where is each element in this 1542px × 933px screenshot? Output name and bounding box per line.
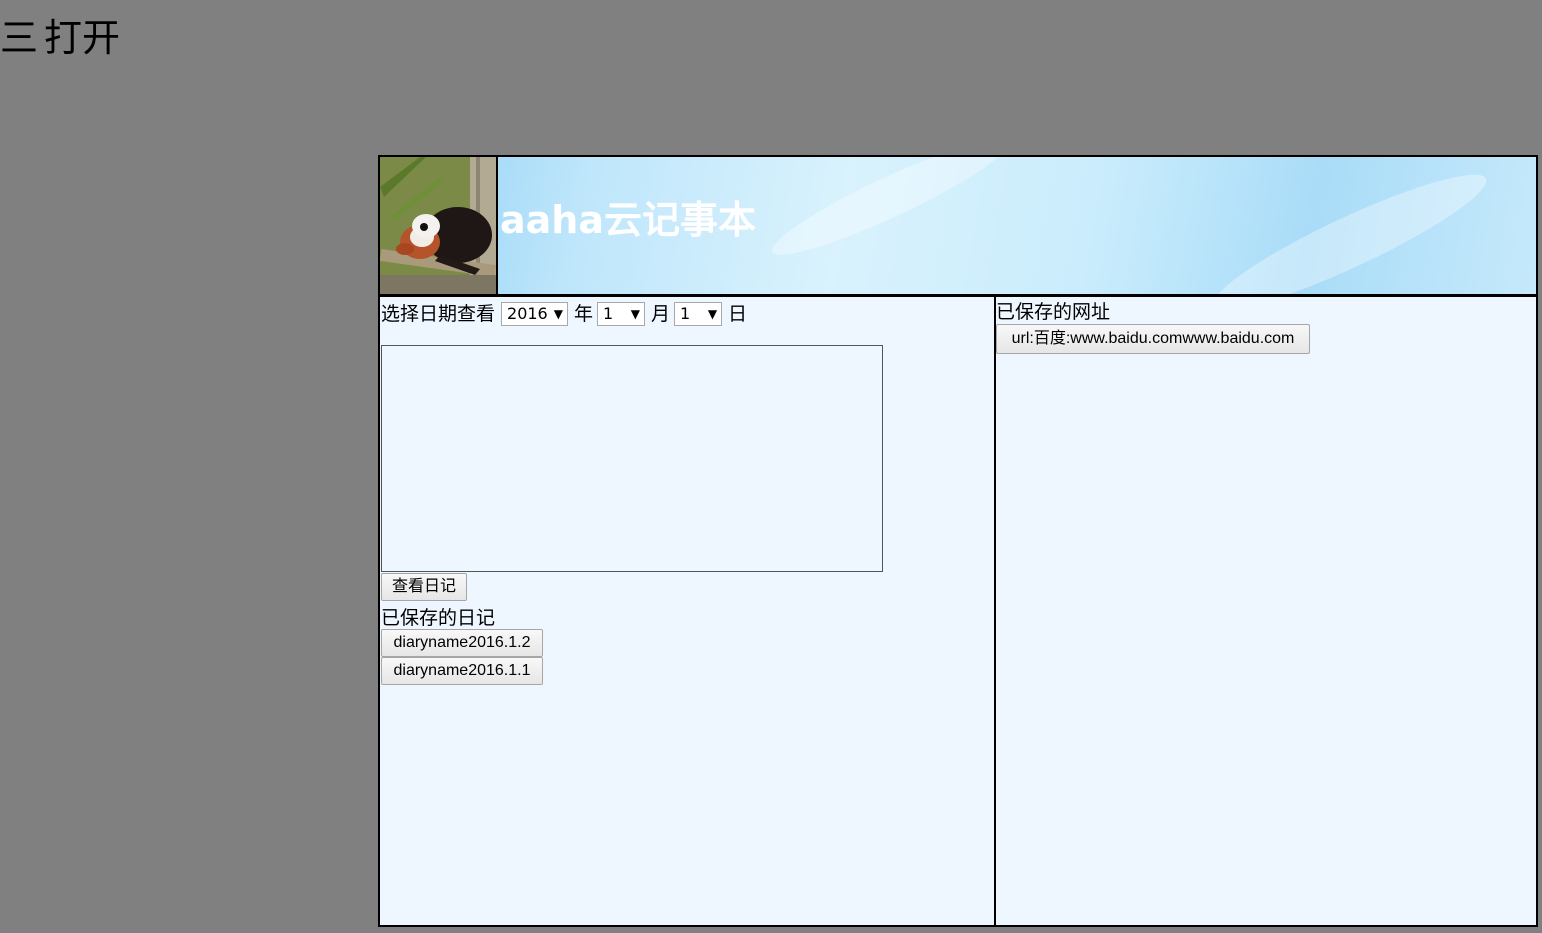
notebook-app: aaha云记事本 选择日期查看 2016 ▼ 年 1 ▼ 月 1 ▼ 日 查看日记 已保存的日记 … (378, 155, 1538, 927)
month-select-value: 1 (603, 304, 614, 323)
diary-panel: 选择日期查看 2016 ▼ 年 1 ▼ 月 1 ▼ 日 查看日记 已保存的日记 diaryname… (378, 295, 996, 927)
dropdown-arrow-icon: ▼ (707, 307, 718, 321)
dropdown-arrow-icon: ▼ (553, 307, 564, 321)
year-select[interactable]: 2016 ▼ (501, 302, 569, 326)
saved-diary-button[interactable]: diaryname2016.1.1 (381, 657, 543, 685)
date-prompt-label: 选择日期查看 (381, 303, 496, 325)
day-select[interactable]: 1 ▼ (674, 302, 723, 326)
open-menu-label: 打开 (44, 16, 121, 60)
menu-icon: 三 (0, 16, 39, 60)
year-select-value: 2016 (507, 304, 548, 323)
saved-diaries-label: 已保存的日记 (381, 607, 496, 629)
date-selector-row: 选择日期查看 2016 ▼ 年 1 ▼ 月 1 ▼ 日 (381, 301, 747, 327)
saved-diary-button[interactable]: diaryname2016.1.2 (381, 629, 543, 657)
view-diary-button[interactable]: 查看日记 (381, 573, 467, 601)
open-menu-toggle[interactable]: 三打开 (0, 14, 120, 62)
day-select-value: 1 (680, 304, 691, 323)
app-header-banner: aaha云记事本 (378, 155, 1538, 296)
saved-url-button[interactable]: url:百度:www.baidu.comwww.baidu.com (996, 324, 1310, 354)
banner-highlight (763, 157, 1017, 271)
diary-content-textarea[interactable] (381, 345, 883, 572)
month-unit-label: 月 (651, 303, 671, 325)
url-panel: 已保存的网址 url:百度:www.baidu.comwww.baidu.com (994, 295, 1538, 927)
saved-urls-label: 已保存的网址 (996, 301, 1111, 323)
red-panda-picture (380, 157, 496, 294)
dropdown-arrow-icon: ▼ (630, 307, 641, 321)
year-unit-label: 年 (574, 303, 594, 325)
red-panda-avatar-image (380, 157, 498, 294)
app-title: aaha云记事本 (500, 198, 756, 242)
banner-highlight (1203, 157, 1497, 294)
day-unit-label: 日 (728, 303, 748, 325)
month-select[interactable]: 1 ▼ (597, 302, 646, 326)
